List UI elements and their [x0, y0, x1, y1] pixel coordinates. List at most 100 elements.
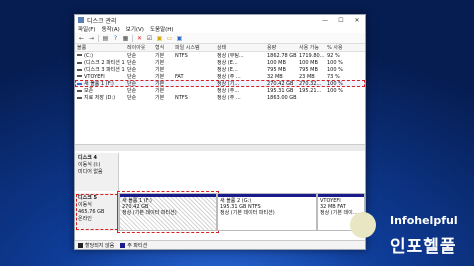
column-free-space[interactable]: 사용 가능 [297, 44, 325, 51]
cell-volume: (디스크 3 파티션 1) [75, 66, 125, 73]
cell-capacity: 1863.00 GB [267, 94, 297, 101]
legend-unallocated: 할당되지 않음 [78, 242, 114, 249]
column-status[interactable]: 상태 [215, 44, 265, 51]
volume-row[interactable]: 보존 단순 기본 정상 (주... 195.31 GB 195.21... 100 % [75, 87, 365, 94]
save-icon[interactable]: ▣ [156, 35, 163, 42]
partition-new-volume-2[interactable]: 새 볼륨 2 (G:) 195.31 GB NTFS 정상 (기본 데이터 파티… [217, 193, 317, 231]
disk-name: 디스크 5 [78, 195, 98, 201]
cell-volume: (C:) [75, 53, 125, 59]
volume-drive-icon [77, 61, 82, 64]
volume-row[interactable]: 새 볼륨 1 (F:) 단순 기본 정상 (기... 270.42 GB 270.32..… [75, 80, 365, 87]
cell-capacity: 100 MB [267, 59, 286, 66]
disk-partitions: 새 볼륨 1 (F:) 270.42 GB 정상 (기본 데이터 파티션) 새 … [117, 191, 365, 233]
column-capacity[interactable]: 용량 [265, 44, 297, 51]
cell-status: 정상 (부팅... [217, 53, 244, 59]
cell-capacity: 32 MB [267, 73, 283, 80]
cell-free: 23 MB [299, 73, 315, 80]
column-volume[interactable]: 볼륨 [75, 44, 125, 51]
partition-new-volume-1[interactable]: 새 볼륨 1 (F:) 270.42 GB 정상 (기본 데이터 파티션) [117, 191, 219, 233]
title-bar[interactable]: 디스크 관리 — ☐ ✕ [75, 15, 365, 25]
close-button[interactable]: ✕ [349, 17, 365, 24]
watermark-korean: 인포헬풀 [390, 237, 457, 257]
volume-name: VTOYEFI [84, 73, 105, 80]
cell-type: 기본 [155, 95, 165, 101]
back-arrow-icon[interactable]: ← [78, 35, 85, 42]
grid-view-icon[interactable]: ▦ [122, 35, 129, 42]
column-percent-free[interactable]: % 사용 [325, 44, 357, 51]
disk-row-4: 디스크 4 이동식 (I:) 미디어 없음 [75, 153, 365, 191]
volume-row[interactable]: (C:) 단순 기본 NTFS 정상 (부팅... 1862.78 GB 1719.80..… [75, 52, 365, 59]
legend-unallocated-label: 할당되지 않음 [85, 242, 115, 249]
column-file-system[interactable]: 파일 시스템 [173, 44, 215, 51]
volume-name: (디스크 3 파티션 1) [84, 67, 125, 73]
volume-row[interactable]: 지료 저장 (D:) 단순 기본 NTFS 정상 (주 ... 1863.00 GB [75, 94, 365, 101]
cell-layout: 단순 [127, 81, 137, 87]
menu-action[interactable]: 동작(A) [102, 25, 120, 33]
cell-type: 기본 [155, 88, 165, 94]
cell-free: 100 MB [299, 59, 318, 66]
cell-free: 270.32... [299, 80, 322, 87]
minimize-button[interactable]: — [317, 17, 333, 24]
cell-layout: 단순 [127, 67, 137, 73]
cell-volume: 지료 저장 (D:) [75, 94, 125, 101]
cell-pct: 73 % [327, 73, 340, 80]
cell-volume: 보존 [75, 87, 125, 94]
disk-management-window: 디스크 관리 — ☐ ✕ 파일(F) 동작(A) 보기(V) 도움말(H) ← … [74, 14, 366, 250]
cell-pct: 100 % [327, 66, 343, 73]
cell-status: 정상 (기... [217, 81, 240, 87]
volume-list: 볼륨 레이아웃 형식 파일 시스템 상태 용량 사용 가능 % 사용 (C:) 단… [75, 44, 365, 144]
delete-icon[interactable]: ✕ [136, 35, 143, 42]
disk-info[interactable]: 디스크 4 이동식 (I:) 미디어 없음 [75, 153, 119, 191]
column-layout[interactable]: 레이아웃 [125, 44, 153, 51]
cell-pct: 92 % [327, 52, 340, 59]
volume-drive-icon [77, 89, 82, 92]
cell-capacity: 195.31 GB [267, 87, 294, 94]
disk-management-icon [78, 17, 84, 23]
menu-file[interactable]: 파일(F) [78, 25, 96, 33]
cell-pct: 100 % [327, 87, 343, 94]
menu-help[interactable]: 도움말(H) [150, 25, 174, 33]
help-icon[interactable]: ? [112, 35, 119, 42]
brain-logo-icon [350, 212, 376, 238]
cell-type: 기본 [155, 60, 165, 66]
disk-state: 온라인 [78, 216, 92, 222]
partition-status: 정상 (기본 데이터 파티션) [220, 210, 275, 216]
toolbar-separator [98, 34, 99, 42]
disk-info[interactable]: 디스크 5 이동식 465.76 GB 온라인 [75, 193, 119, 231]
cell-capacity: 1862.78 GB [267, 52, 297, 59]
disk-state: 미디어 없음 [78, 169, 103, 175]
volume-drive-icon [77, 75, 82, 77]
disk-type: 이동식 (I:) [78, 162, 101, 168]
disk-row-5: 디스크 5 이동식 465.76 GB 온라인 새 볼륨 1 (F:) 270.… [75, 191, 365, 233]
volume-row[interactable]: (디스크 2 파티션 1) 단순 기본 정상 (E... 100 MB 100 MB 100… [75, 59, 365, 66]
window-title: 디스크 관리 [87, 17, 117, 25]
partition-color-bar [318, 194, 364, 197]
menu-view[interactable]: 보기(V) [126, 25, 144, 33]
cell-type: 기본 [155, 53, 165, 59]
folder-icon[interactable]: ▭ [166, 35, 173, 42]
legend-primary: 주 파티션 [120, 242, 147, 249]
cell-status: 정상 (주 ... [217, 95, 241, 101]
cell-volume: (디스크 2 파티션 1) [75, 59, 125, 66]
forward-arrow-icon[interactable]: → [88, 35, 95, 42]
checklist-icon[interactable]: ☑ [146, 35, 153, 42]
menu-bar: 파일(F) 동작(A) 보기(V) 도움말(H) [75, 25, 365, 33]
disk-name: 디스크 4 [78, 155, 98, 161]
cell-layout: 단순 [127, 53, 137, 59]
volume-drive-icon [77, 82, 82, 85]
cell-layout: 단순 [127, 88, 137, 94]
disk-size: 465.76 GB [78, 209, 105, 215]
magnify-icon[interactable]: ▣ [176, 35, 183, 42]
column-type[interactable]: 형식 [153, 44, 173, 51]
cell-capacity: 270.42 GB [267, 80, 294, 87]
volume-drive-icon [77, 68, 82, 71]
properties-icon[interactable]: ▤ [102, 35, 109, 42]
cell-status: 정상 (E... [217, 60, 238, 66]
watermark-english: Infohelpful [390, 214, 458, 227]
disk-partitions-empty [119, 153, 365, 191]
cell-pct: 100 % [327, 80, 343, 87]
volume-row[interactable]: VTOYEFI 단순 기본 FAT 정상 (주 ... 32 MB 23 MB 73 % [75, 73, 365, 80]
maximize-button[interactable]: ☐ [333, 17, 349, 24]
volume-row[interactable]: (디스크 3 파티션 1) 단순 기본 정상 (E... 795 MB 795 MB 100… [75, 66, 365, 73]
cell-free: 195.21... [299, 87, 322, 94]
